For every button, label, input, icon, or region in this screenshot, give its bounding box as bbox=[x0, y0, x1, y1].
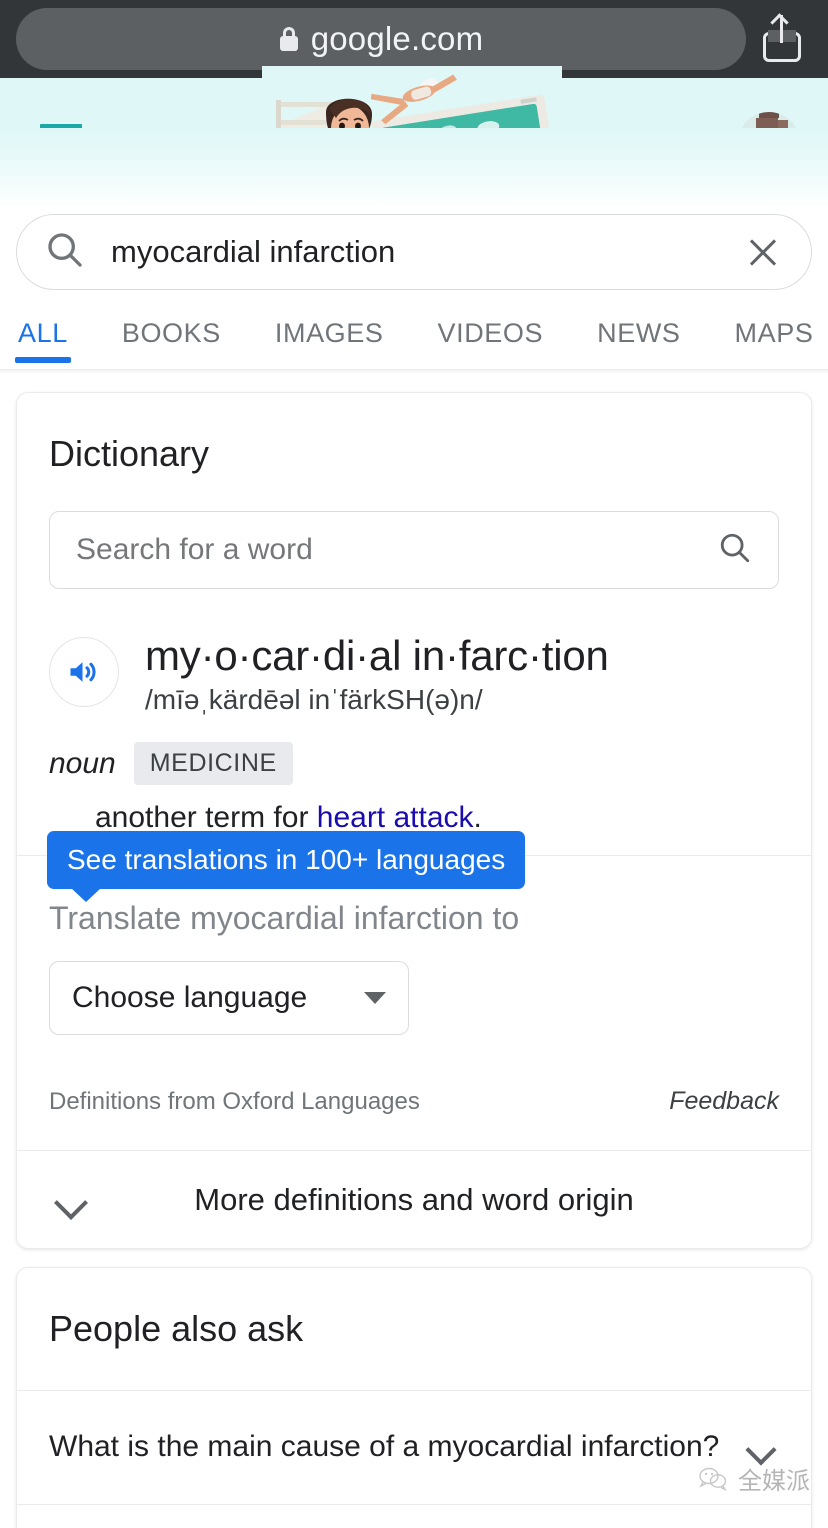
list-item[interactable]: What is the main cause of a myocardial i… bbox=[17, 1390, 811, 1504]
definition-link[interactable]: heart attack bbox=[317, 801, 474, 834]
definition-prefix: another term for bbox=[95, 801, 317, 835]
share-icon[interactable] bbox=[754, 8, 812, 70]
dictionary-word-search[interactable] bbox=[49, 511, 779, 589]
tab-maps[interactable]: MAPS bbox=[735, 308, 814, 349]
definition-text: another term for heart attack. bbox=[17, 785, 811, 835]
tab-videos[interactable]: VIDEOS bbox=[438, 308, 544, 349]
attribution-row: Definitions from Oxford Languages Feedba… bbox=[17, 1035, 811, 1150]
definition-suffix: . bbox=[473, 801, 482, 835]
chevron-down-icon bbox=[364, 992, 386, 1005]
word-search-input[interactable] bbox=[76, 533, 718, 567]
list-item[interactable]: What is the difference between a heart a… bbox=[17, 1503, 811, 1528]
close-icon[interactable] bbox=[743, 232, 783, 272]
language-select[interactable]: Choose language bbox=[49, 961, 409, 1036]
search-icon[interactable] bbox=[718, 531, 752, 570]
watermark-text: 全媒派 bbox=[738, 1467, 810, 1495]
dictionary-card: Dictionary Search for a word my·o·car·di… bbox=[16, 392, 812, 1250]
feedback-link[interactable]: Feedback bbox=[669, 1087, 779, 1116]
translations-tooltip[interactable]: See translations in 100+ languages bbox=[47, 831, 526, 903]
search-bar[interactable] bbox=[16, 214, 812, 290]
screen: google.com G bbox=[0, 0, 828, 1528]
search-input[interactable] bbox=[111, 234, 743, 270]
part-of-speech-row: noun MEDICINE bbox=[17, 716, 811, 786]
url-bar[interactable]: google.com bbox=[16, 8, 746, 70]
tab-news[interactable]: NEWS bbox=[597, 308, 680, 349]
speaker-icon[interactable] bbox=[49, 637, 119, 707]
more-definitions-label: More definitions and word origin bbox=[194, 1181, 634, 1217]
people-also-ask-card: People also ask What is the main cause o… bbox=[16, 1267, 812, 1528]
url-text: google.com bbox=[310, 20, 484, 57]
part-of-speech: noun bbox=[49, 746, 116, 780]
attribution-text: Definitions from Oxford Languages bbox=[49, 1087, 420, 1115]
people-also-ask-title: People also ask bbox=[49, 1308, 304, 1350]
result-tabs: ALL BOOKS IMAGES VIDEOS NEWS MAPS bbox=[0, 308, 828, 370]
wechat-icon bbox=[699, 1467, 727, 1491]
chevron-down-icon bbox=[49, 1178, 93, 1222]
search-icon bbox=[45, 230, 85, 275]
search-region-backdrop bbox=[0, 128, 828, 210]
headword: my·o·car·di·al in·farc·tion bbox=[145, 632, 609, 679]
translate-section: See translations in 100+ languages Trans… bbox=[17, 831, 811, 1036]
page-title: Dictionary bbox=[49, 433, 210, 474]
watermark: 全媒派 bbox=[698, 1461, 810, 1496]
tab-all[interactable]: ALL bbox=[15, 308, 71, 363]
paa-question: What is the main cause of a myocardial i… bbox=[49, 1430, 720, 1464]
tab-books[interactable]: BOOKS bbox=[122, 308, 221, 349]
headword-row: my·o·car·di·al in·farc·tion /mīəˌkärdēəl… bbox=[17, 589, 811, 716]
domain-badge: MEDICINE bbox=[133, 742, 293, 786]
language-select-value: Choose language bbox=[72, 981, 308, 1015]
tab-images[interactable]: IMAGES bbox=[275, 308, 384, 349]
results-body: Dictionary Search for a word my·o·car·di… bbox=[0, 374, 828, 1528]
more-definitions-row[interactable]: More definitions and word origin bbox=[17, 1150, 811, 1248]
phonetic-spelling: /mīəˌkärdēəl inˈfärkSH(ə)n/ bbox=[145, 684, 483, 716]
lock-icon bbox=[279, 27, 299, 51]
